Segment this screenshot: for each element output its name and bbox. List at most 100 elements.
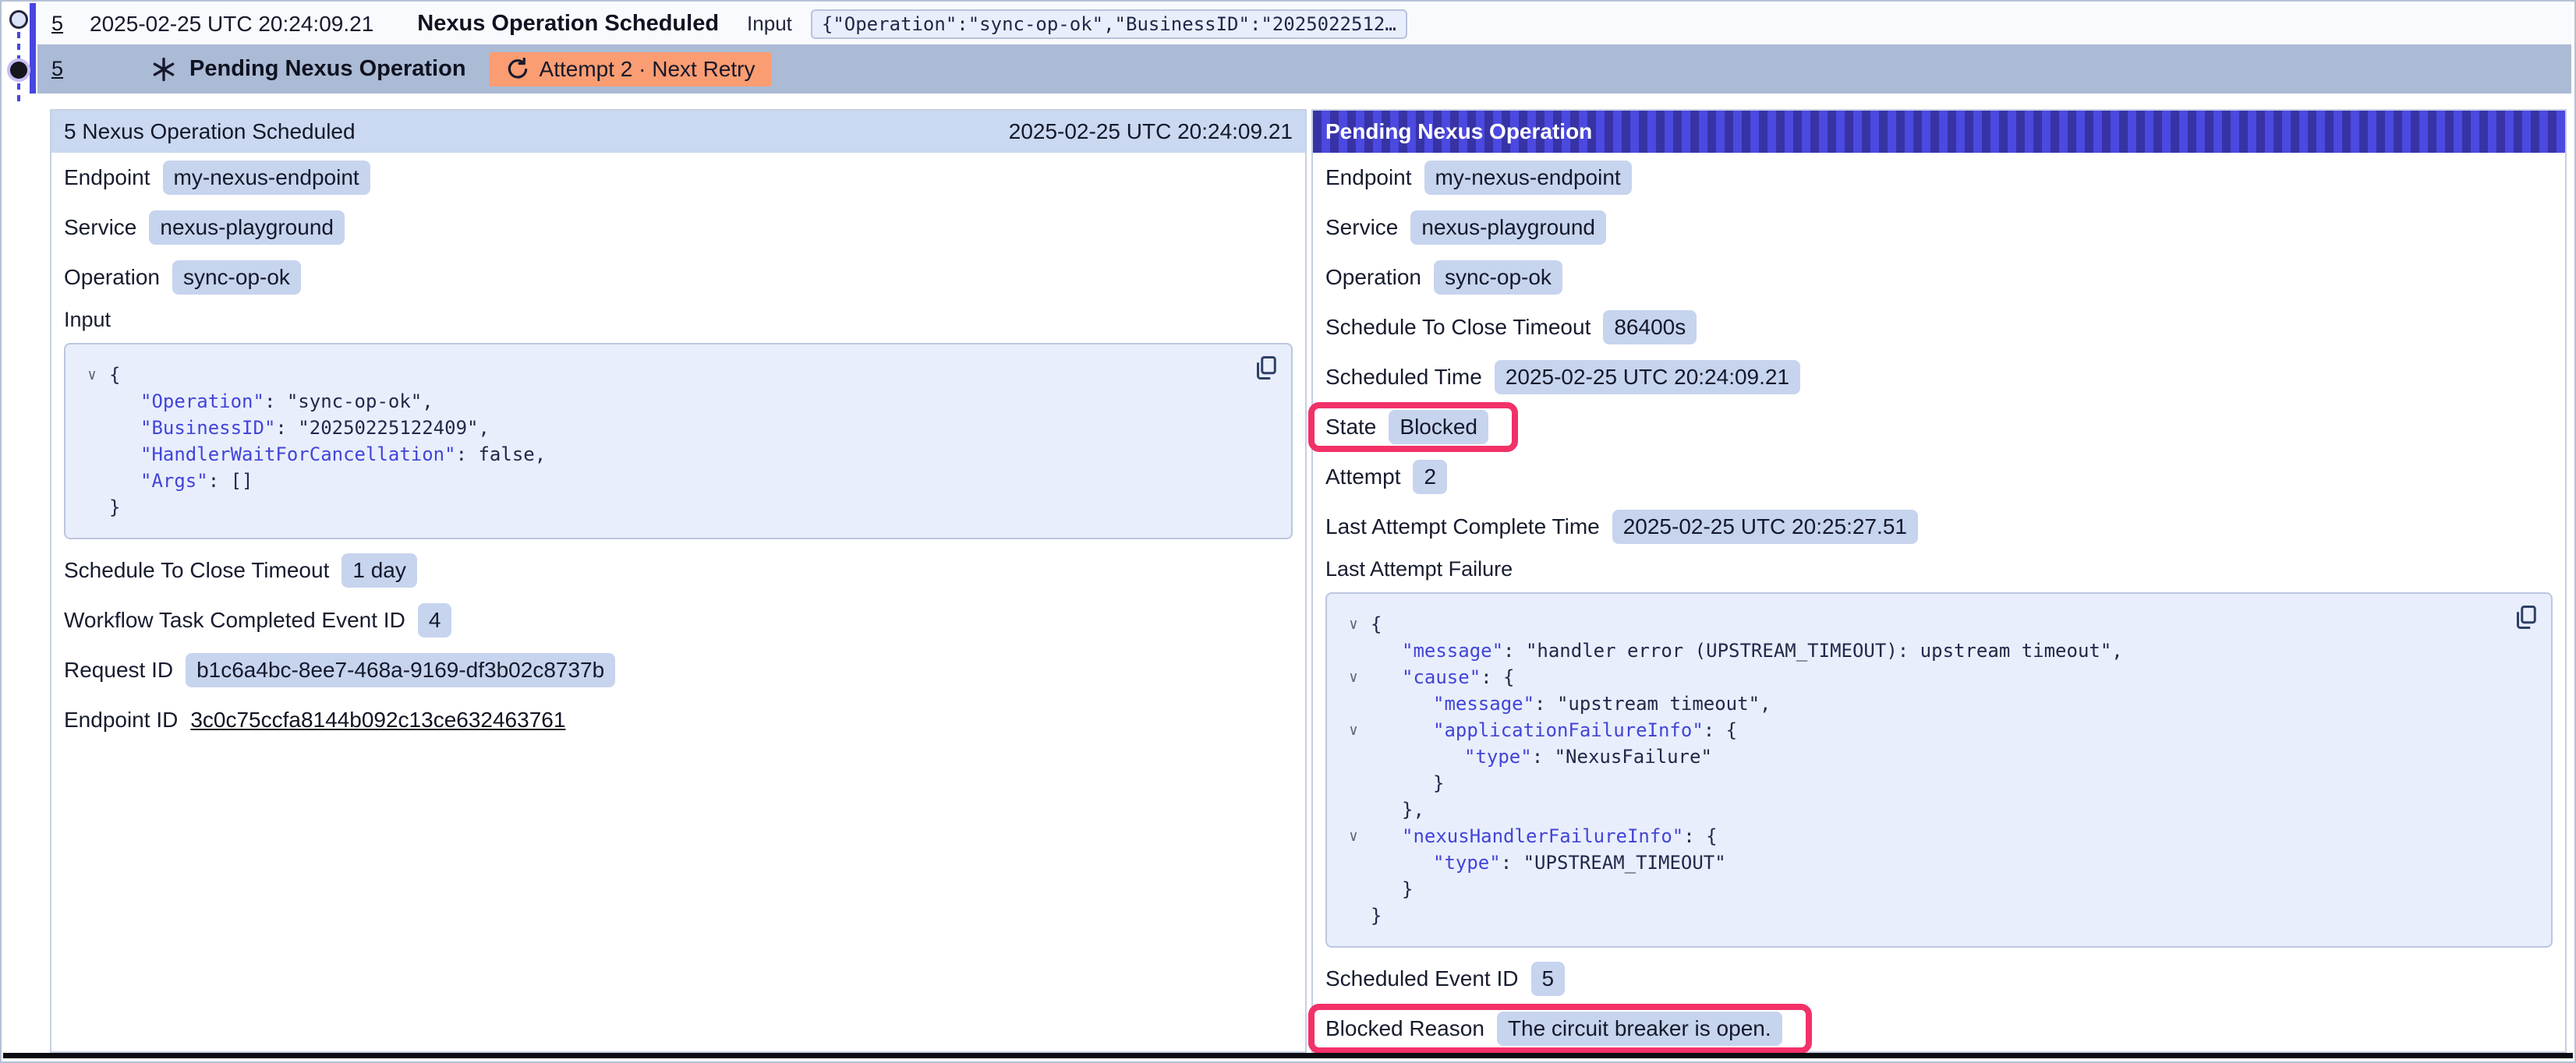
json-collapse-chevron[interactable] xyxy=(75,388,109,415)
json-collapse-chevron[interactable] xyxy=(75,441,109,468)
blocked-reason-annotation-highlight: Blocked Reason The circuit breaker is op… xyxy=(1308,1004,1812,1054)
field-label: Service xyxy=(64,215,136,240)
field-label: Blocked Reason xyxy=(1325,1016,1484,1041)
json-line: } xyxy=(1336,876,2537,902)
field-label: Operation xyxy=(64,265,160,290)
field-label: Scheduled Event ID xyxy=(1325,966,1519,991)
timeline-event-marker-hollow[interactable] xyxy=(9,10,28,29)
field-label: Endpoint xyxy=(1325,165,1412,190)
json-line: "Operation": "sync-op-ok", xyxy=(75,388,1277,415)
json-collapse-chevron[interactable] xyxy=(75,468,109,494)
state-value-chip: Blocked xyxy=(1389,410,1488,444)
retry-icon xyxy=(505,57,530,82)
json-collapse-chevron[interactable]: ∨ xyxy=(1336,823,1371,849)
json-collapse-chevron[interactable]: ∨ xyxy=(1336,717,1371,743)
field-value-chip: 2 xyxy=(1413,460,1447,494)
json-line: ∨"applicationFailureInfo": { xyxy=(1336,717,2537,743)
field-row-endpoint: Endpoint my-nexus-endpoint xyxy=(1325,153,2553,203)
event-id-link[interactable]: 5 xyxy=(51,12,63,36)
field-row-scheduled-event-id: Scheduled Event ID 5 xyxy=(1325,954,2553,1004)
failure-block-label: Last Attempt Failure xyxy=(1325,552,2553,586)
input-block-label: Input xyxy=(64,302,1293,337)
field-label: State xyxy=(1325,415,1376,440)
field-row-service: Service nexus-playground xyxy=(1325,203,2553,253)
json-line: ∨"nexusHandlerFailureInfo": { xyxy=(1336,823,2537,849)
json-line: "type": "UPSTREAM_TIMEOUT" xyxy=(1336,849,2537,876)
json-collapse-chevron[interactable] xyxy=(1336,876,1371,902)
json-collapse-chevron[interactable] xyxy=(1336,902,1371,929)
json-collapse-chevron[interactable]: ∨ xyxy=(1336,664,1371,690)
field-value-chip: my-nexus-endpoint xyxy=(163,161,370,195)
field-row-request-id: Request ID b1c6a4bc-8ee7-468a-9169-df3b0… xyxy=(64,645,1293,695)
pending-panel-header: Pending Nexus Operation xyxy=(1313,111,2565,153)
field-value-chip: 2025-02-25 UTC 20:25:27.51 xyxy=(1612,510,1918,544)
json-line: "BusinessID": "20250225122409", xyxy=(75,415,1277,441)
pending-nexus-operation-panel: Pending Nexus Operation Endpoint my-nexu… xyxy=(1311,109,2567,1053)
endpoint-id-link[interactable]: 3c0c75ccfa8144b092c13ce632463761 xyxy=(190,708,565,733)
input-label: Input xyxy=(747,12,792,36)
history-row-scheduled[interactable]: 5 2025-02-25 UTC 20:24:09.21 Nexus Opera… xyxy=(37,3,2571,44)
retry-badge-label: Attempt 2 · Next Retry xyxy=(540,57,755,82)
json-collapse-chevron[interactable] xyxy=(1336,743,1371,770)
pending-panel-body: Endpoint my-nexus-endpoint Service nexus… xyxy=(1313,153,2565,1054)
failure-json-block: ∨{ "message": "handler error (UPSTREAM_T… xyxy=(1325,592,2553,948)
json-collapse-chevron[interactable] xyxy=(1336,770,1371,796)
panel-timestamp: 2025-02-25 UTC 20:24:09.21 xyxy=(1009,119,1293,144)
json-line: "type": "NexusFailure" xyxy=(1336,743,2537,770)
history-row-pending-selected[interactable]: 5 Pending Nexus Operation Attempt 2 · Ne… xyxy=(37,44,2571,94)
field-label: Request ID xyxy=(64,658,173,683)
panel-title: 5 Nexus Operation Scheduled xyxy=(64,119,356,144)
json-line: ∨{ xyxy=(1336,611,2537,637)
input-json-block: ∨{ "Operation": "sync-op-ok", "BusinessI… xyxy=(64,343,1293,539)
field-row-service: Service nexus-playground xyxy=(64,203,1293,253)
field-label: Last Attempt Complete Time xyxy=(1325,514,1600,539)
field-value-chip: sync-op-ok xyxy=(1434,260,1562,295)
field-label: Attempt xyxy=(1325,464,1400,489)
event-timestamp: 2025-02-25 UTC 20:24:09.21 xyxy=(90,12,373,37)
timeline-active-bar xyxy=(30,3,36,94)
json-line: "message": "handler error (UPSTREAM_TIME… xyxy=(1336,637,2537,664)
field-row-scheduled-time: Scheduled Time 2025-02-25 UTC 20:24:09.2… xyxy=(1325,352,2553,402)
json-collapse-chevron[interactable]: ∨ xyxy=(75,362,109,388)
event-id-link[interactable]: 5 xyxy=(51,57,63,81)
json-line: } xyxy=(1336,902,2537,929)
scheduled-panel-header: 5 Nexus Operation Scheduled 2025-02-25 U… xyxy=(51,111,1305,153)
field-row-attempt: Attempt 2 xyxy=(1325,452,2553,502)
event-detail-panel-scheduled: 5 Nexus Operation Scheduled 2025-02-25 U… xyxy=(50,109,1307,1053)
event-title: Nexus Operation Scheduled xyxy=(417,11,719,37)
json-collapse-chevron[interactable]: ∨ xyxy=(1336,611,1371,637)
field-row-last-attempt-complete-time: Last Attempt Complete Time 2025-02-25 UT… xyxy=(1325,502,2553,552)
field-value-chip: nexus-playground xyxy=(149,210,345,245)
field-label: Scheduled Time xyxy=(1325,365,1482,390)
field-value-chip: nexus-playground xyxy=(1410,210,1606,245)
json-collapse-chevron[interactable] xyxy=(1336,637,1371,664)
json-collapse-chevron[interactable] xyxy=(1336,849,1371,876)
field-label: Schedule To Close Timeout xyxy=(64,558,329,583)
input-preview-chip: {"Operation":"sync-op-ok","BusinessID":"… xyxy=(811,9,1407,39)
copy-icon[interactable] xyxy=(1252,354,1280,382)
field-row-state: State Blocked xyxy=(1325,408,1488,446)
field-label: Endpoint ID xyxy=(64,708,178,733)
field-value-chip: my-nexus-endpoint xyxy=(1424,161,1632,195)
json-line: "Args": [] xyxy=(75,468,1277,494)
field-value-chip: 1 day xyxy=(341,553,417,588)
timeline-event-marker-current[interactable] xyxy=(10,62,27,79)
json-collapse-chevron[interactable] xyxy=(1336,690,1371,717)
field-row-schedule-to-close-timeout: Schedule To Close Timeout 86400s xyxy=(1325,302,2553,352)
field-value-chip: b1c6a4bc-8ee7-468a-9169-df3b02c8737b xyxy=(186,653,615,687)
json-line: } xyxy=(1336,770,2537,796)
json-line: }, xyxy=(1336,796,2537,823)
json-collapse-chevron[interactable] xyxy=(75,415,109,441)
field-row-workflow-task-completed-event-id: Workflow Task Completed Event ID 4 xyxy=(64,595,1293,645)
field-row-blocked-reason: Blocked Reason The circuit breaker is op… xyxy=(1325,1010,1782,1047)
field-value-chip: 4 xyxy=(418,603,452,637)
field-row-endpoint: Endpoint my-nexus-endpoint xyxy=(64,153,1293,203)
json-collapse-chevron[interactable] xyxy=(75,494,109,521)
expanded-section-bottom-border xyxy=(3,1053,2573,1058)
field-label: Workflow Task Completed Event ID xyxy=(64,608,405,633)
copy-icon[interactable] xyxy=(2512,603,2540,631)
field-label: Operation xyxy=(1325,265,1421,290)
field-label: Service xyxy=(1325,215,1398,240)
timeline-dashed-connector-bottom xyxy=(17,83,20,102)
json-collapse-chevron[interactable] xyxy=(1336,796,1371,823)
